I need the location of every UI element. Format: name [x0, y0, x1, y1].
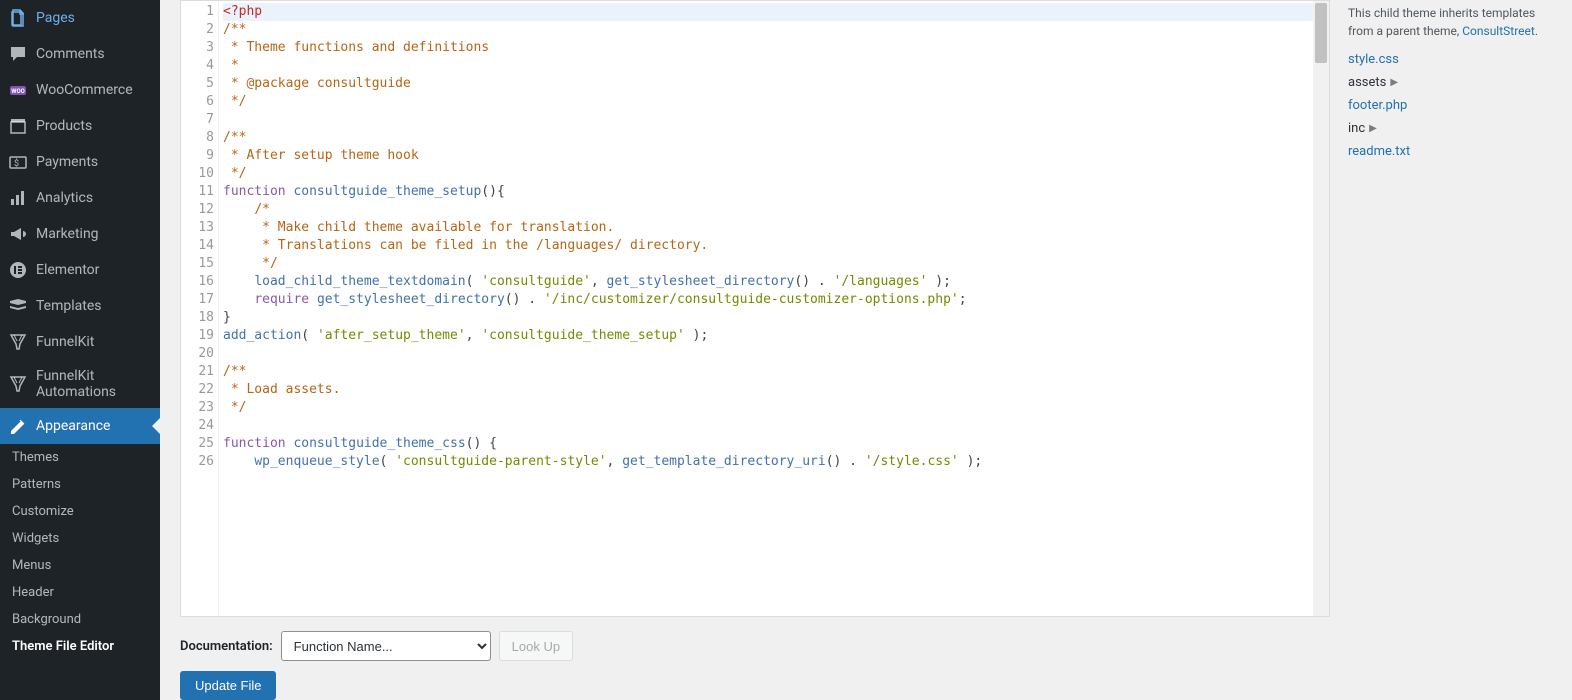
sub-item-patterns[interactable]: Patterns: [0, 471, 160, 498]
svg-text:$: $: [14, 158, 19, 169]
nav-item-pages[interactable]: Pages: [0, 0, 160, 36]
nav-item-appearance[interactable]: Appearance: [0, 408, 160, 444]
funnelkit-icon: [8, 374, 28, 394]
documentation-row: Documentation: Function Name... Look Up: [180, 617, 1552, 671]
sub-item-background[interactable]: Background: [0, 606, 160, 633]
nav-item-products[interactable]: Products: [0, 108, 160, 144]
file-list-panel: This child theme inherits templates from…: [1342, 0, 1552, 617]
parent-theme-link[interactable]: ConsultStreet: [1462, 24, 1535, 38]
scrollbar[interactable]: [1313, 1, 1329, 616]
file-readme-txt[interactable]: readme.txt: [1348, 140, 1552, 163]
nav-label: Comments: [36, 46, 105, 62]
sub-item-themes[interactable]: Themes: [0, 444, 160, 471]
nav-label: Analytics: [36, 190, 93, 206]
nav-label: Elementor: [36, 262, 99, 278]
payments-icon: $: [8, 152, 28, 172]
nav-item-funnelkit[interactable]: FunnelKit: [0, 324, 160, 360]
nav-item-funnelkit-automations[interactable]: FunnelKit Automations: [0, 360, 160, 408]
nav-item-analytics[interactable]: Analytics: [0, 180, 160, 216]
marketing-icon: [8, 224, 28, 244]
theme-description: This child theme inherits templates from…: [1348, 4, 1552, 40]
analytics-icon: [8, 188, 28, 208]
nav-label: Payments: [36, 154, 98, 170]
chevron-right-icon: ▶: [1390, 77, 1398, 88]
documentation-label: Documentation:: [180, 639, 273, 654]
sub-item-menus[interactable]: Menus: [0, 552, 160, 579]
sub-item-header[interactable]: Header: [0, 579, 160, 606]
templates-icon: [8, 296, 28, 316]
code-editor[interactable]: 1234567891011121314151617181920212223242…: [180, 0, 1330, 617]
scrollbar-thumb[interactable]: [1315, 3, 1327, 63]
file-footer-php[interactable]: footer.php: [1348, 94, 1552, 117]
pages-icon: [8, 8, 28, 28]
folder-assets[interactable]: assets▶: [1348, 71, 1552, 94]
nav-label: Products: [36, 118, 92, 134]
nav-item-templates[interactable]: Templates: [0, 288, 160, 324]
line-numbers: 1234567891011121314151617181920212223242…: [181, 1, 219, 616]
products-icon: [8, 116, 28, 136]
nav-item-elementor[interactable]: Elementor: [0, 252, 160, 288]
nav-label: Appearance: [36, 418, 110, 434]
nav-item-payments[interactable]: $ Payments: [0, 144, 160, 180]
woo-icon: WOO: [8, 80, 28, 100]
elementor-icon: [8, 260, 28, 280]
sub-item-customize[interactable]: Customize: [0, 498, 160, 525]
folder-inc[interactable]: inc▶: [1348, 117, 1552, 140]
funnelkit-icon: [8, 332, 28, 352]
sub-item-widgets[interactable]: Widgets: [0, 525, 160, 552]
nav-label: Templates: [36, 298, 102, 314]
code-area[interactable]: <?php/** * Theme functions and definitio…: [219, 1, 1329, 616]
nav-item-woocommerce[interactable]: WOO WooCommerce: [0, 72, 160, 108]
nav-label: WooCommerce: [36, 82, 133, 98]
lookup-button[interactable]: Look Up: [499, 631, 573, 661]
nav-label: Marketing: [36, 226, 99, 242]
function-name-select[interactable]: Function Name...: [281, 631, 491, 661]
nav-label: Pages: [36, 10, 75, 26]
sub-item-theme-file-editor[interactable]: Theme File Editor: [0, 633, 160, 660]
nav-item-marketing[interactable]: Marketing: [0, 216, 160, 252]
appearance-icon: [8, 416, 28, 436]
update-file-button[interactable]: Update File: [180, 671, 276, 700]
admin-sidebar: Pages Comments WOO WooCommerce Products $ Paym…: [0, 0, 160, 700]
comments-icon: [8, 44, 28, 64]
svg-text:WOO: WOO: [11, 88, 25, 95]
nav-label: FunnelKit Automations: [36, 368, 152, 400]
nav-label: FunnelKit: [36, 334, 94, 350]
nav-item-comments[interactable]: Comments: [0, 36, 160, 72]
file-style-css[interactable]: style.css: [1348, 48, 1552, 71]
main-content: 1234567891011121314151617181920212223242…: [160, 0, 1572, 700]
chevron-right-icon: ▶: [1369, 123, 1377, 134]
